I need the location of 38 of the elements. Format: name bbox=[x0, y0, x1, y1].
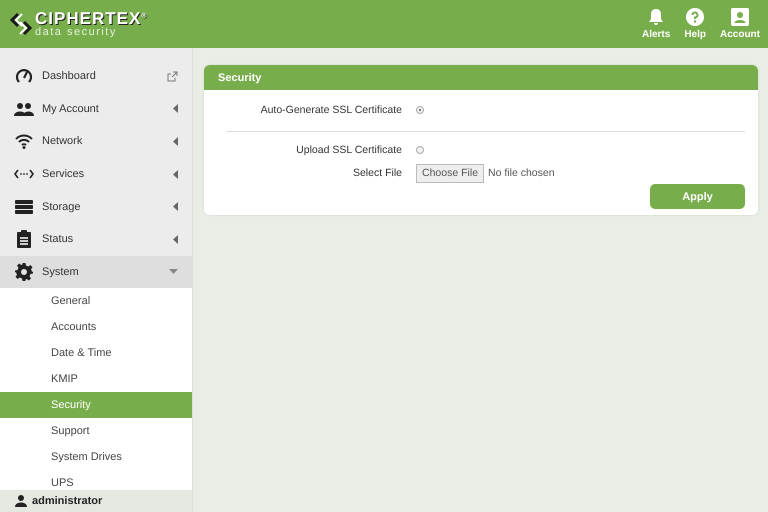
submenu-item[interactable]: Accounts bbox=[0, 314, 192, 340]
user-name: administrator bbox=[32, 495, 102, 507]
account-icon bbox=[731, 8, 749, 26]
submenu-item[interactable]: KMIP bbox=[0, 366, 192, 392]
external-link-icon bbox=[167, 70, 178, 82]
help-icon bbox=[686, 8, 704, 26]
submenu-item[interactable]: System Drives bbox=[0, 444, 192, 470]
gauge-icon bbox=[15, 68, 33, 84]
nav-item[interactable]: Dashboard bbox=[0, 60, 192, 93]
bell-icon bbox=[648, 8, 664, 26]
logo-icon bbox=[10, 11, 32, 37]
field-label: Select File bbox=[352, 167, 402, 179]
choose-file-button[interactable]: Choose File bbox=[416, 164, 484, 182]
storage-icon bbox=[15, 200, 33, 214]
nav-item[interactable]: System bbox=[0, 256, 192, 288]
nav-item[interactable]: My Account bbox=[0, 92, 192, 126]
panel-title: Security bbox=[218, 72, 262, 84]
nav-item[interactable]: Services bbox=[0, 158, 192, 190]
file-status: No file chosen bbox=[488, 167, 555, 179]
user-icon bbox=[15, 495, 27, 507]
field-label: Auto-Generate SSL Certificate bbox=[260, 104, 402, 116]
code-arrows-icon bbox=[14, 169, 34, 180]
logo-tagline: data security bbox=[35, 27, 118, 38]
radio-button[interactable] bbox=[416, 106, 424, 114]
radio-button[interactable] bbox=[416, 146, 424, 154]
clipboard-icon bbox=[17, 230, 31, 248]
nav-item[interactable]: Network bbox=[0, 125, 192, 158]
submenu-item[interactable]: General bbox=[0, 288, 192, 314]
submenu-item[interactable]: UPS bbox=[0, 470, 192, 490]
submenu-item[interactable]: Date & Time bbox=[0, 340, 192, 366]
nav-item[interactable]: Storage bbox=[0, 190, 192, 223]
users-icon bbox=[14, 102, 34, 116]
logo-name: CIPHERTEX$^{®}$ bbox=[35, 10, 148, 27]
gear-icon bbox=[15, 262, 33, 281]
submenu-item[interactable]: Support bbox=[0, 418, 192, 444]
wifi-icon bbox=[14, 133, 34, 150]
nav-item[interactable]: Status bbox=[0, 222, 192, 256]
field-label: Upload SSL Certificate bbox=[295, 144, 402, 156]
